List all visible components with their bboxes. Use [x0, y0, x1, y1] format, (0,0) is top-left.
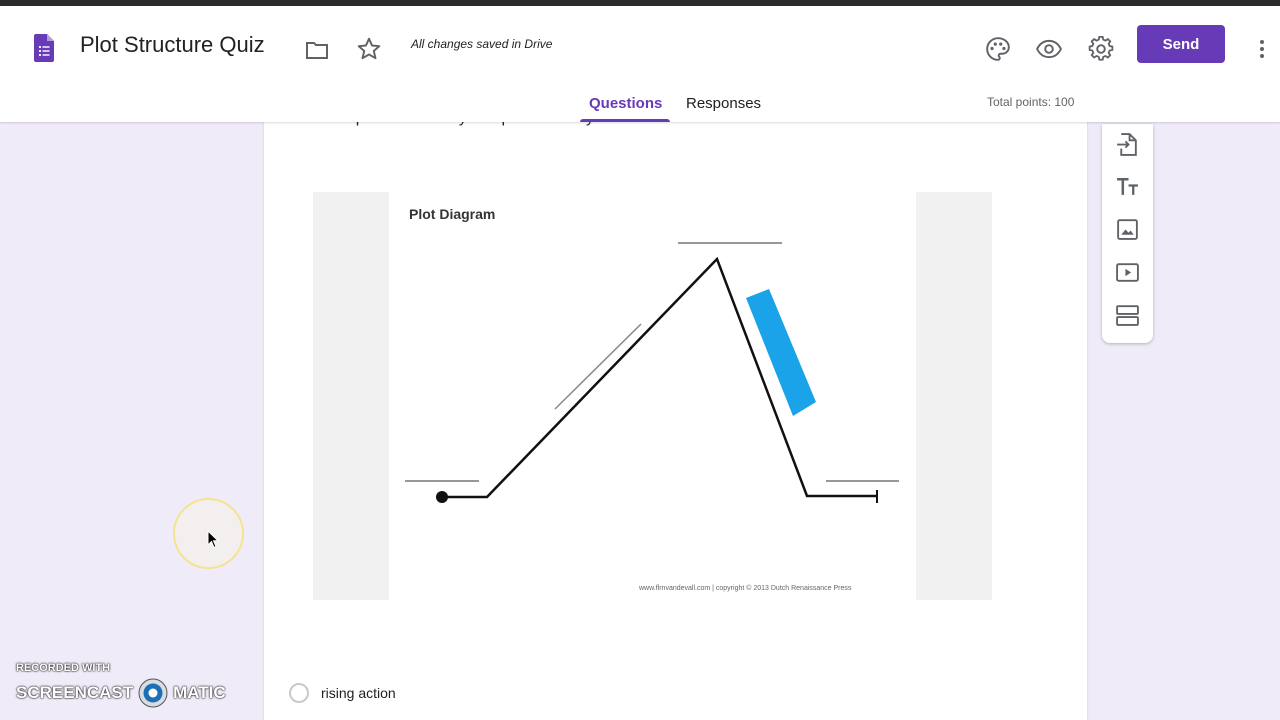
plot-diagram-image[interactable]: Plot Diagram www.flrnvandevall.com | cop… — [313, 192, 992, 600]
add-title-icon[interactable] — [1115, 174, 1140, 199]
form-title[interactable]: Plot Structure Quiz — [80, 32, 265, 58]
add-section-icon[interactable] — [1115, 303, 1140, 328]
screencast-watermark: RECORDED WITH SCREENCAST MATIC — [16, 662, 226, 708]
save-status: All changes saved in Drive — [411, 37, 553, 51]
tab-responses[interactable]: Responses — [686, 95, 761, 112]
mouse-pointer-icon — [207, 530, 219, 549]
active-tab-indicator — [580, 119, 670, 122]
watermark-recorded-with: RECORDED WITH — [16, 662, 111, 674]
add-video-icon[interactable] — [1115, 260, 1140, 285]
watermark-brand-right: MATIC — [173, 683, 226, 702]
folder-icon[interactable] — [305, 38, 329, 62]
watermark-brand-left: SCREENCAST — [16, 683, 134, 702]
radio-button[interactable] — [289, 683, 309, 703]
more-vert-icon[interactable] — [1250, 36, 1274, 62]
tab-questions[interactable]: Questions — [589, 95, 662, 112]
answer-option-label: rising action — [321, 685, 396, 701]
question-toolbar — [1102, 124, 1153, 343]
palette-icon[interactable] — [985, 36, 1011, 62]
star-icon[interactable] — [356, 36, 382, 62]
send-button[interactable]: Send — [1137, 25, 1225, 63]
eye-icon[interactable] — [1036, 36, 1062, 62]
plot-diagram-drawing — [405, 242, 899, 503]
total-points: Total points: 100 — [987, 95, 1075, 109]
plot-copyright: www.flrnvandevall.com | copyright © 2013… — [639, 585, 852, 592]
forms-logo-icon[interactable] — [34, 34, 54, 62]
add-image-icon[interactable] — [1115, 217, 1140, 242]
gear-icon[interactable] — [1088, 36, 1114, 62]
import-questions-icon[interactable] — [1115, 132, 1140, 157]
screencast-logo-icon — [138, 678, 168, 708]
app-header: Plot Structure Quiz All changes saved in… — [0, 0, 1280, 122]
